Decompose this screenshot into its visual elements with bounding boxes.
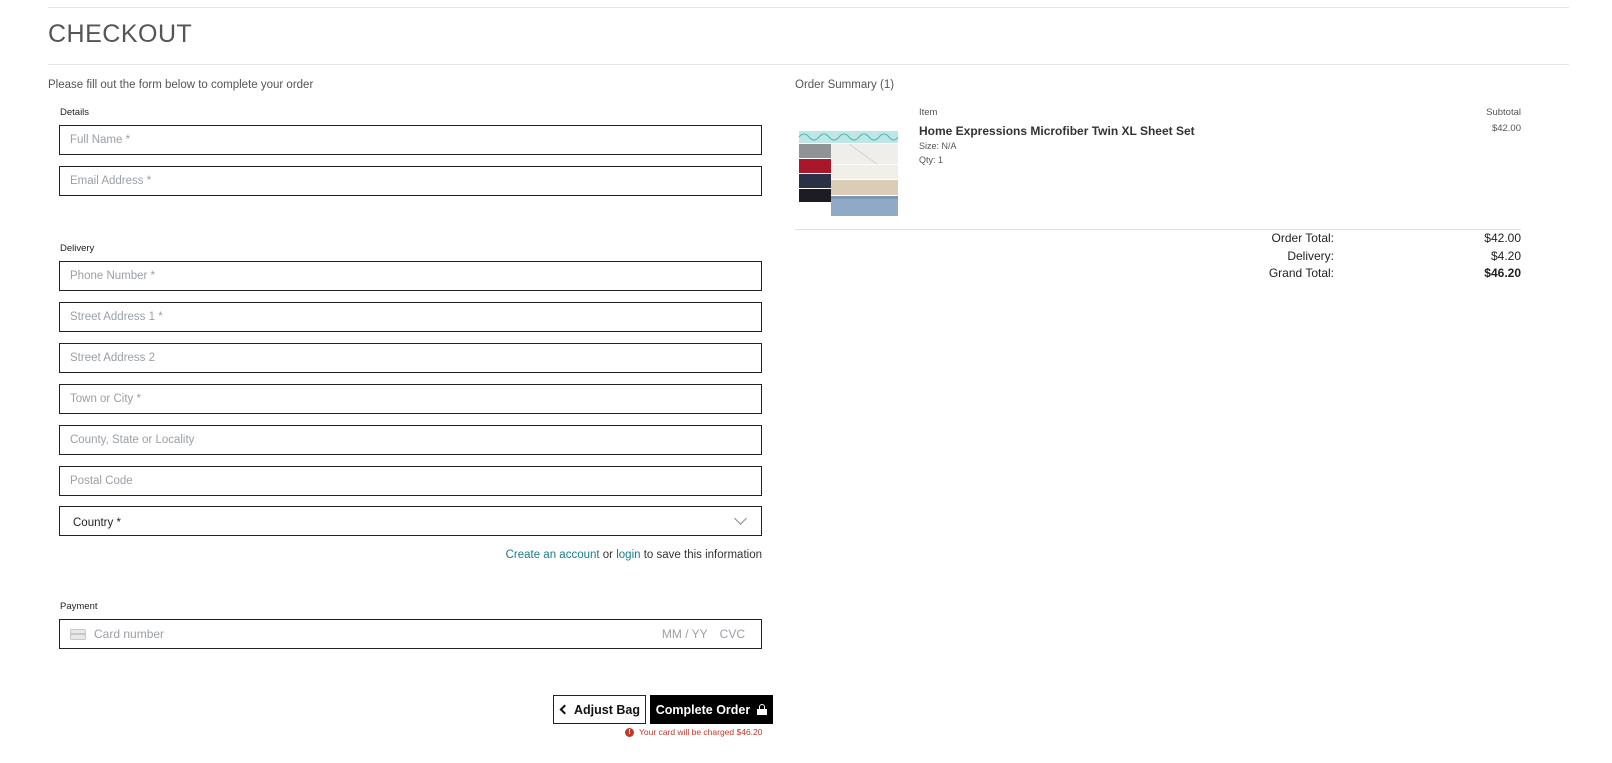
form-intro-text: Please fill out the form below to comple… <box>48 79 314 91</box>
delivery-label-total: Delivery: <box>1287 249 1334 263</box>
page-title: CHECKOUT <box>48 20 193 48</box>
product-image <box>798 131 898 216</box>
login-link[interactable]: login <box>616 549 640 561</box>
street-address-1-field-box <box>59 302 762 332</box>
account-or-text: or <box>602 549 614 561</box>
chevron-left-icon <box>559 704 570 715</box>
grand-total-label: Grand Total: <box>1268 266 1334 280</box>
country-select[interactable]: Country * <box>59 506 762 536</box>
card-input[interactable]: Card number MM / YY CVC <box>59 619 762 649</box>
email-field-box <box>59 166 762 196</box>
card-icon <box>70 628 86 640</box>
postal-code-field-box <box>59 466 762 496</box>
create-account-link[interactable]: Create an account <box>506 549 600 561</box>
phone-field-box <box>59 261 762 291</box>
postal-code-input[interactable] <box>60 467 761 495</box>
summary-divider <box>795 229 1521 230</box>
town-field-box <box>59 384 762 414</box>
title-divider <box>48 64 1569 65</box>
top-divider <box>48 7 1569 8</box>
country-select-face[interactable]: Country * <box>60 507 761 535</box>
card-cvc-placeholder[interactable]: CVC <box>720 627 745 641</box>
item-column-header: Item <box>919 107 938 118</box>
charge-notice: ! Your card will be charged $46.20 <box>625 727 763 737</box>
card-number-placeholder[interactable]: Card number <box>94 627 662 641</box>
lock-icon <box>757 704 768 715</box>
charge-notice-text: Your card will be charged $46.20 <box>639 727 763 737</box>
order-summary-title: Order Summary (1) <box>795 79 895 91</box>
order-total-label: Order Total: <box>1271 231 1334 245</box>
product-size: Size: N/A <box>919 141 957 151</box>
card-expiry-placeholder[interactable]: MM / YY <box>662 627 708 641</box>
payment-label: Payment <box>60 601 98 612</box>
delivery-value: $4.20 <box>1490 249 1521 263</box>
complete-order-button[interactable]: Complete Order <box>650 695 773 724</box>
full-name-field-box <box>59 125 762 155</box>
adjust-bag-button[interactable]: Adjust Bag <box>553 695 646 724</box>
phone-input[interactable] <box>60 262 761 290</box>
country-select-value: Country * <box>73 517 121 529</box>
full-name-input[interactable] <box>60 126 761 154</box>
street-address-1-input[interactable] <box>60 303 761 331</box>
subtotal-column-header: Subtotal <box>1486 107 1521 118</box>
county-field-box <box>59 425 762 455</box>
account-suffix-text: to save this information <box>643 549 762 561</box>
street-address-2-field-box <box>59 343 762 373</box>
order-total-value: $42.00 <box>1484 231 1521 245</box>
product-qty: Qty: 1 <box>919 155 944 165</box>
exclamation-icon: ! <box>625 727 634 737</box>
account-prompt: Create an account or login to save this … <box>506 549 762 561</box>
grand-total-value: $46.20 <box>1484 266 1521 280</box>
details-label: Details <box>60 107 90 118</box>
town-input[interactable] <box>60 385 761 413</box>
delivery-label: Delivery <box>60 243 95 254</box>
complete-order-label: Complete Order <box>655 702 751 717</box>
product-subtotal: $42.00 <box>1491 123 1521 134</box>
adjust-bag-label: Adjust Bag <box>574 702 640 717</box>
product-name: Home Expressions Microfiber Twin XL Shee… <box>919 124 1195 138</box>
county-input[interactable] <box>60 426 761 454</box>
chevron-down-icon <box>734 512 747 525</box>
email-input[interactable] <box>60 167 761 195</box>
street-address-2-input[interactable] <box>60 344 761 372</box>
